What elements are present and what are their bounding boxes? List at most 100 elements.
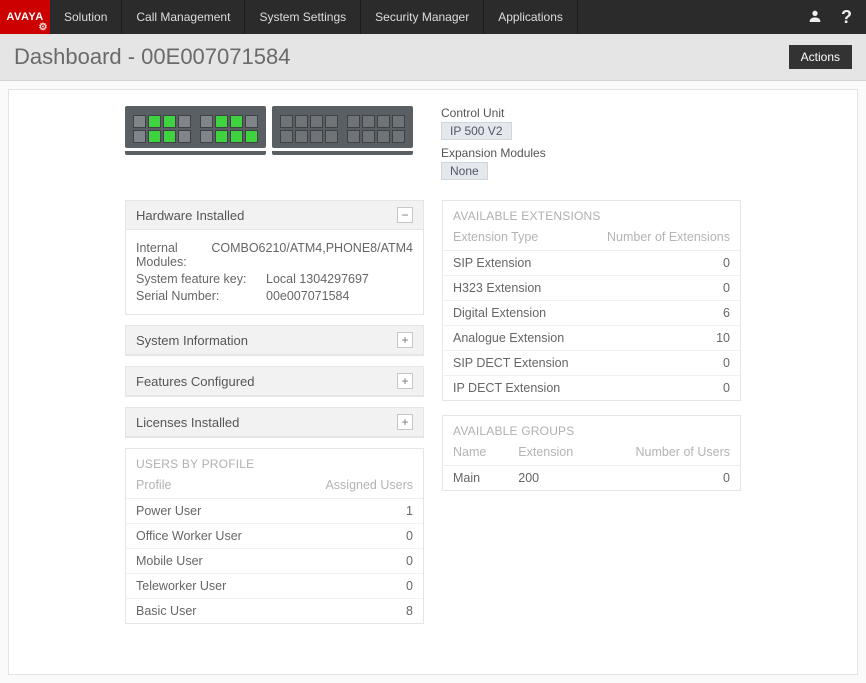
- port: [215, 115, 228, 128]
- type-cell: SIP Extension: [443, 251, 588, 276]
- port: [200, 130, 213, 143]
- profile-cell: Mobile User: [126, 549, 286, 574]
- port: [178, 130, 191, 143]
- port: [163, 130, 176, 143]
- available-extensions-panel: AVAILABLE EXTENSIONS Extension Type Numb…: [442, 200, 741, 401]
- count-cell: 0: [588, 251, 740, 276]
- table-row: Basic User8: [126, 599, 423, 624]
- panel-title: System Information: [136, 333, 248, 348]
- port: [325, 115, 338, 128]
- profile-cell: Power User: [126, 499, 286, 524]
- port: [133, 115, 146, 128]
- hardware-row: Internal Modules:COMBO6210/ATM4,PHONE8/A…: [136, 241, 413, 269]
- port: [377, 130, 390, 143]
- page-title: Dashboard - 00E007071584: [14, 44, 290, 70]
- column-header: Assigned Users: [286, 473, 423, 499]
- brand-logo: AVAYA ⚙: [0, 0, 50, 34]
- actions-button[interactable]: Actions: [789, 45, 852, 69]
- available-groups-panel: AVAILABLE GROUPS Name Extension Number o…: [442, 415, 741, 491]
- column-header: Number of Extensions: [588, 225, 740, 251]
- unit-info: Control Unit IP 500 V2 Expansion Modules…: [441, 106, 546, 186]
- count-cell: 0: [600, 466, 740, 491]
- port: [295, 115, 308, 128]
- ext-cell: 200: [508, 466, 600, 491]
- port: [230, 130, 243, 143]
- type-cell: SIP DECT Extension: [443, 351, 588, 376]
- count-cell: 8: [286, 599, 423, 624]
- port: [133, 130, 146, 143]
- count-cell: 0: [286, 549, 423, 574]
- expand-icon[interactable]: +: [397, 373, 413, 389]
- nav-item-call-management[interactable]: Call Management: [122, 0, 245, 34]
- port: [347, 115, 360, 128]
- table-row: Digital Extension6: [443, 301, 740, 326]
- port: [148, 115, 161, 128]
- port: [230, 115, 243, 128]
- chassis-diagram: [125, 106, 413, 155]
- port: [362, 130, 375, 143]
- column-header: Extension Type: [443, 225, 588, 251]
- expansion-modules-badge[interactable]: None: [441, 162, 488, 180]
- label: Internal Modules:: [136, 241, 211, 269]
- type-cell: H323 Extension: [443, 276, 588, 301]
- user-icon[interactable]: [807, 8, 823, 27]
- count-cell: 0: [286, 524, 423, 549]
- panel-title: USERS BY PROFILE: [126, 449, 423, 473]
- nav-item-solution[interactable]: Solution: [50, 0, 122, 34]
- table-row: SIP DECT Extension0: [443, 351, 740, 376]
- panel-title: AVAILABLE EXTENSIONS: [443, 201, 740, 225]
- nav-item-system-settings[interactable]: System Settings: [245, 0, 361, 34]
- label: System feature key:: [136, 272, 266, 286]
- expand-icon[interactable]: +: [397, 414, 413, 430]
- help-icon[interactable]: ?: [841, 7, 852, 28]
- port: [310, 130, 323, 143]
- port: [200, 115, 213, 128]
- expand-icon[interactable]: +: [397, 332, 413, 348]
- port: [280, 115, 293, 128]
- hardware-row: System feature key:Local 1304297697: [136, 272, 413, 286]
- port: [280, 130, 293, 143]
- value: Local 1304297697: [266, 272, 369, 286]
- count-cell: 10: [588, 326, 740, 351]
- column-header: Extension: [508, 440, 600, 466]
- table-row: Analogue Extension10: [443, 326, 740, 351]
- port: [325, 130, 338, 143]
- panel-title: Licenses Installed: [136, 415, 239, 430]
- panel-title: Hardware Installed: [136, 208, 244, 223]
- name-cell: Main: [443, 466, 508, 491]
- profile-cell: Teleworker User: [126, 574, 286, 599]
- column-header: Name: [443, 440, 508, 466]
- value: 00e007071584: [266, 289, 349, 303]
- port: [245, 115, 258, 128]
- port: [295, 130, 308, 143]
- table-row: Main2000: [443, 466, 740, 491]
- nav-item-applications[interactable]: Applications: [484, 0, 578, 34]
- collapsed-panel: Licenses Installed +: [125, 407, 424, 438]
- profile-cell: Office Worker User: [126, 524, 286, 549]
- type-cell: Analogue Extension: [443, 326, 588, 351]
- port: [362, 115, 375, 128]
- control-unit-label: Control Unit: [441, 106, 546, 120]
- title-bar: Dashboard - 00E007071584 Actions: [0, 34, 866, 81]
- hardware-installed-panel: Hardware Installed − Internal Modules:CO…: [125, 200, 424, 315]
- count-cell: 0: [588, 351, 740, 376]
- count-cell: 0: [286, 574, 423, 599]
- collapsed-panel: System Information +: [125, 325, 424, 356]
- expansion-modules-label: Expansion Modules: [441, 146, 546, 160]
- port: [377, 115, 390, 128]
- port: [148, 130, 161, 143]
- label: Serial Number:: [136, 289, 266, 303]
- nav-item-security-manager[interactable]: Security Manager: [361, 0, 484, 34]
- collapsed-panel: Features Configured+: [125, 366, 424, 397]
- column-header: Profile: [126, 473, 286, 499]
- count-cell: 6: [588, 301, 740, 326]
- column-header: Number of Users: [600, 440, 740, 466]
- port: [245, 130, 258, 143]
- table-row: Power User1: [126, 499, 423, 524]
- collapse-icon[interactable]: −: [397, 207, 413, 223]
- count-cell: 0: [588, 376, 740, 401]
- control-unit-badge[interactable]: IP 500 V2: [441, 122, 512, 140]
- profile-cell: Basic User: [126, 599, 286, 624]
- gear-icon: ⚙: [39, 22, 48, 33]
- table-row: Office Worker User0: [126, 524, 423, 549]
